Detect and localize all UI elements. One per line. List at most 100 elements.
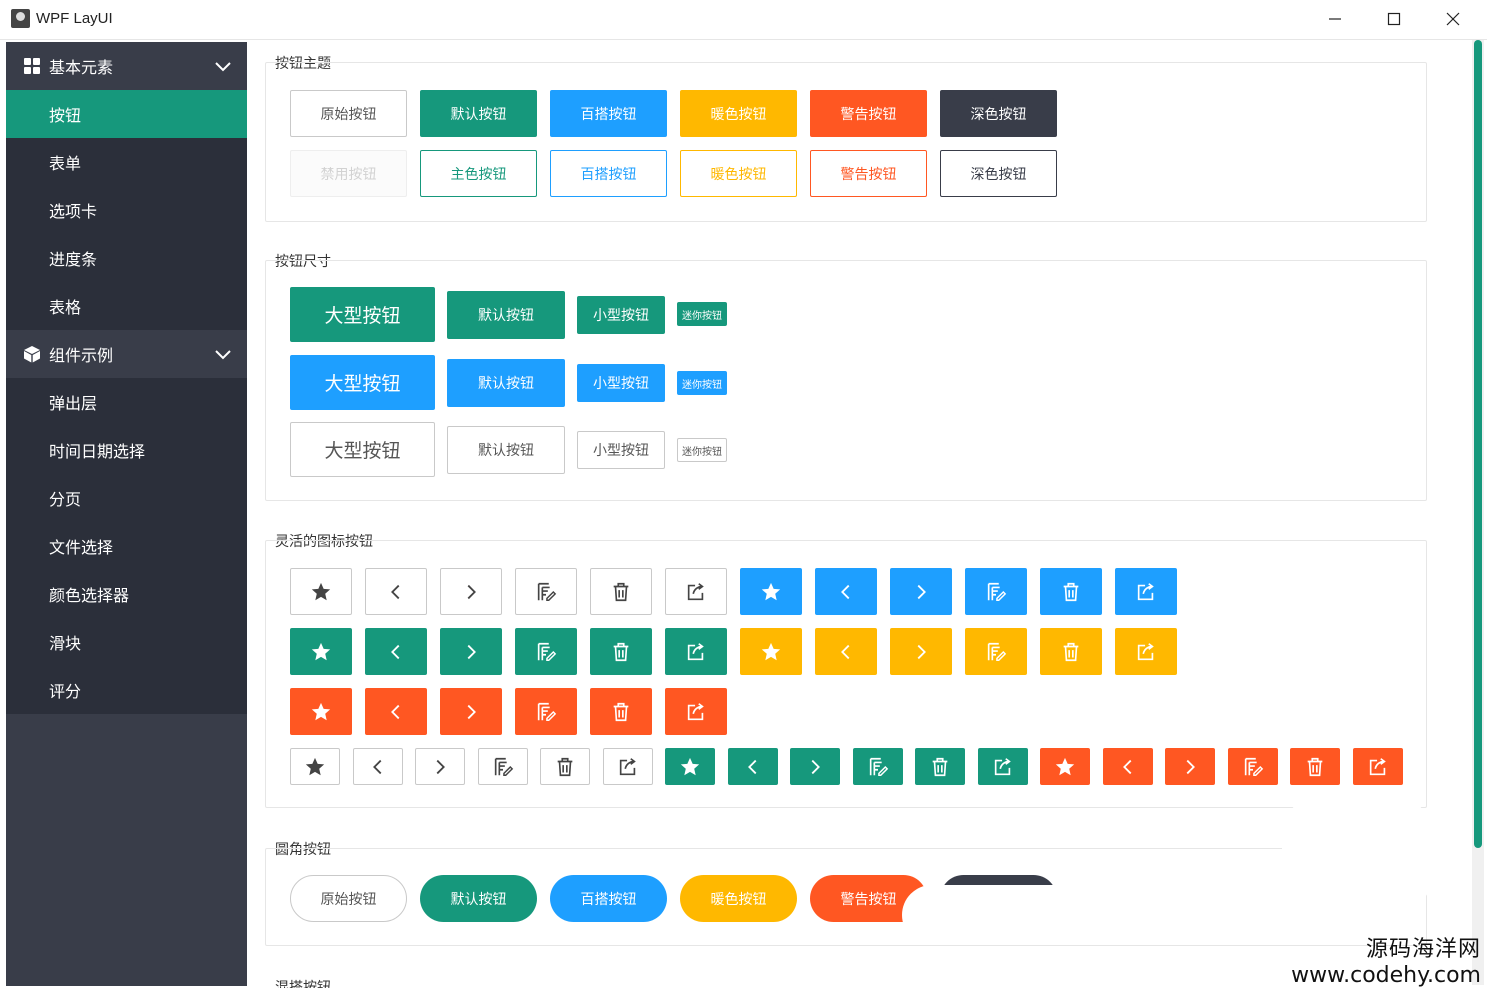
edit-icon-button[interactable] [515, 628, 577, 675]
sidebar-item-datetime[interactable]: 时间日期选择 [6, 426, 247, 474]
chevron-left-icon-button[interactable] [727, 748, 778, 785]
share-icon [619, 757, 636, 775]
chevron-left-icon-button[interactable] [365, 568, 427, 615]
warm-button[interactable]: 暖色按钮 [680, 90, 797, 137]
default-size-button[interactable]: 默认按钮 [447, 359, 565, 407]
edit-icon-button[interactable] [1227, 748, 1278, 785]
sidebar-item-button[interactable]: 按钮 [6, 90, 247, 138]
sidebar-group-basic[interactable]: 基本元素 [6, 42, 247, 90]
star-icon-button[interactable] [740, 628, 802, 675]
share-icon-button[interactable] [977, 748, 1028, 785]
edit-icon-button[interactable] [515, 688, 577, 735]
star-icon-button[interactable] [1040, 748, 1090, 785]
chevron-right-icon [1186, 759, 1195, 774]
chevron-right-icon-button[interactable] [440, 628, 502, 675]
outline-normal-button[interactable]: 百搭按钮 [550, 150, 667, 197]
chevron-left-icon-button[interactable] [815, 568, 877, 615]
overlay-patch [1282, 795, 1432, 915]
share-icon [1137, 642, 1154, 660]
default-size-button[interactable]: 默认按钮 [447, 291, 565, 339]
outline-dark-button[interactable]: 深色按钮 [940, 150, 1057, 197]
chevron-right-icon-button[interactable] [790, 748, 840, 785]
outline-default-button[interactable]: 主色按钮 [420, 150, 537, 197]
sidebar-item-progress[interactable]: 进度条 [6, 234, 247, 282]
star-icon-button[interactable] [290, 628, 352, 675]
chevron-left-icon-button[interactable] [352, 748, 403, 785]
chevron-left-icon-button[interactable] [365, 628, 427, 675]
trash-icon-button[interactable] [540, 748, 590, 785]
minimize-button[interactable] [1306, 0, 1364, 38]
star-icon-button[interactable] [290, 568, 352, 615]
sidebar-item-table[interactable]: 表格 [6, 282, 247, 330]
chevron-right-icon-button[interactable] [415, 748, 465, 785]
edit-icon-button[interactable] [852, 748, 903, 785]
default-size-button[interactable]: 默认按钮 [447, 426, 565, 474]
sidebar-item-file[interactable]: 文件选择 [6, 522, 247, 570]
small-button[interactable]: 小型按钮 [577, 296, 665, 334]
chevron-right-icon-button[interactable] [1165, 748, 1215, 785]
mini-button[interactable]: 迷你按钮 [677, 302, 727, 326]
star-icon-button[interactable] [740, 568, 802, 615]
share-icon-button[interactable] [1115, 568, 1177, 615]
sidebar-item-pagination[interactable]: 分页 [6, 474, 247, 522]
small-button[interactable]: 小型按钮 [577, 364, 665, 402]
default-button[interactable]: 默认按钮 [420, 90, 537, 137]
chevron-right-icon-button[interactable] [890, 628, 952, 675]
trash-icon-button[interactable] [1040, 628, 1102, 675]
round-normal-button[interactable]: 百搭按钮 [550, 875, 667, 922]
chevron-left-icon-button[interactable] [815, 628, 877, 675]
trash-icon-button[interactable] [590, 568, 652, 615]
sidebar-item-color[interactable]: 颜色选择器 [6, 570, 247, 618]
mini-button[interactable]: 迷你按钮 [677, 371, 727, 395]
large-button[interactable]: 大型按钮 [290, 355, 435, 410]
share-icon-button[interactable] [1115, 628, 1177, 675]
star-icon [680, 757, 700, 775]
dark-button[interactable]: 深色按钮 [940, 90, 1057, 137]
round-primary-button[interactable]: 原始按钮 [290, 875, 407, 922]
star-icon-button[interactable] [290, 688, 352, 735]
sidebar-item-form[interactable]: 表单 [6, 138, 247, 186]
scrollbar-thumb[interactable] [1474, 40, 1482, 848]
sidebar-group-components[interactable]: 组件示例 [6, 330, 247, 378]
edit-icon-button[interactable] [965, 568, 1027, 615]
small-button[interactable]: 小型按钮 [577, 431, 665, 469]
edit-icon-button[interactable] [477, 748, 528, 785]
sidebar-item-layer[interactable]: 弹出层 [6, 378, 247, 426]
outline-warm-button[interactable]: 暖色按钮 [680, 150, 797, 197]
round-default-button[interactable]: 默认按钮 [420, 875, 537, 922]
chevron-right-icon-button[interactable] [890, 568, 952, 615]
share-icon-button[interactable] [665, 688, 727, 735]
round-warm-button[interactable]: 暖色按钮 [680, 875, 797, 922]
share-icon-button[interactable] [602, 748, 653, 785]
sidebar-item-label: 表单 [49, 156, 82, 173]
danger-button[interactable]: 警告按钮 [810, 90, 927, 137]
trash-icon-button[interactable] [590, 628, 652, 675]
share-icon-button[interactable] [1352, 748, 1403, 785]
star-icon-button[interactable] [290, 748, 340, 785]
trash-icon-button[interactable] [1290, 748, 1340, 785]
chevron-left-icon-button[interactable] [1102, 748, 1153, 785]
edit-icon-button[interactable] [515, 568, 577, 615]
sidebar-item-rate[interactable]: 评分 [6, 666, 247, 714]
large-button[interactable]: 大型按钮 [290, 287, 435, 342]
chevron-right-icon-button[interactable] [440, 688, 502, 735]
outline-danger-button[interactable]: 警告按钮 [810, 150, 927, 197]
sidebar-item-tabs[interactable]: 选项卡 [6, 186, 247, 234]
large-button[interactable]: 大型按钮 [290, 422, 435, 477]
chevron-left-icon-button[interactable] [365, 688, 427, 735]
share-icon-button[interactable] [665, 628, 727, 675]
star-icon-button[interactable] [665, 748, 715, 785]
close-button[interactable] [1424, 0, 1482, 38]
normal-button[interactable]: 百搭按钮 [550, 90, 667, 137]
vertical-scrollbar[interactable] [1472, 40, 1484, 985]
trash-icon-button[interactable] [590, 688, 652, 735]
trash-icon-button[interactable] [915, 748, 965, 785]
maximize-button[interactable] [1365, 0, 1423, 38]
edit-icon-button[interactable] [965, 628, 1027, 675]
share-icon-button[interactable] [665, 568, 727, 615]
mini-button[interactable]: 迷你按钮 [677, 438, 727, 462]
sidebar-item-slider[interactable]: 滑块 [6, 618, 247, 666]
chevron-right-icon-button[interactable] [440, 568, 502, 615]
primary-button[interactable]: 原始按钮 [290, 90, 407, 137]
trash-icon-button[interactable] [1040, 568, 1102, 615]
